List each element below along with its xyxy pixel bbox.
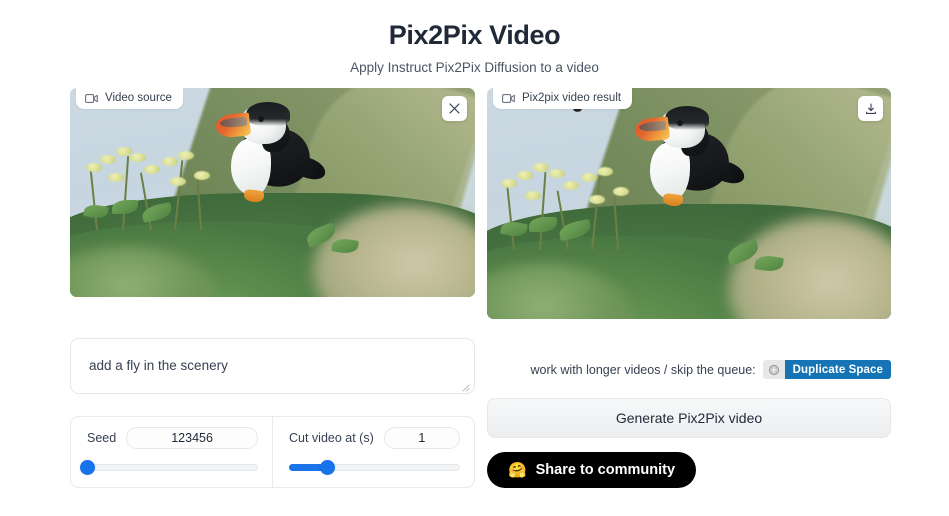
prompt-value: add a fly in the scenery <box>89 358 228 373</box>
close-icon <box>449 103 460 114</box>
cut-control-group: Cut video at (s) 1 <box>272 417 474 487</box>
duplicate-space-button[interactable]: Duplicate Space <box>762 360 891 379</box>
video-result-label: Pix2pix video result <box>493 88 633 109</box>
result-column: Pix2pix video result <box>487 88 891 319</box>
share-to-community-button[interactable]: 🤗 Share to community <box>487 452 696 488</box>
video-source-label-text: Video source <box>105 92 172 104</box>
video-camera-icon <box>502 93 515 104</box>
duplicate-space-label: Duplicate Space <box>784 360 891 379</box>
seed-slider-track[interactable] <box>87 464 258 471</box>
generate-button[interactable]: Generate Pix2Pix video <box>487 398 891 438</box>
page-subtitle: Apply Instruct Pix2Pix Diffusion to a vi… <box>350 60 599 75</box>
prompt-textarea[interactable]: add a fly in the scenery <box>70 338 475 394</box>
page-title: Pix2Pix Video <box>388 20 561 50</box>
video-result-block: Pix2pix video result <box>487 88 891 319</box>
video-source-player[interactable]: Video source <box>70 88 475 297</box>
app-root: Pix2Pix Video Apply Instruct Pix2Pix Dif… <box>0 0 949 516</box>
page-header: Pix2Pix Video Apply Instruct Pix2Pix Dif… <box>0 0 949 77</box>
resize-handle-icon[interactable] <box>459 379 470 392</box>
download-icon <box>865 102 877 115</box>
source-scene-artwork <box>70 88 475 297</box>
video-result-label-text: Pix2pix video result <box>522 92 622 104</box>
puffin-illustration <box>214 102 338 206</box>
download-video-button[interactable] <box>858 96 883 121</box>
source-column: Video source <box>70 88 475 297</box>
seed-label: Seed <box>87 431 117 445</box>
share-button-label: Share to community <box>535 462 676 478</box>
video-camera-icon <box>85 93 98 104</box>
seed-slider[interactable] <box>80 460 258 475</box>
duplicate-space-text: work with longer videos / skip the queue… <box>530 362 756 377</box>
seed-slider-thumb[interactable] <box>80 460 95 475</box>
result-scene-artwork <box>487 88 891 319</box>
hf-logo-icon <box>762 360 785 379</box>
puffin-illustration-result <box>633 106 757 216</box>
video-result-player[interactable]: Pix2pix video result <box>487 88 891 319</box>
video-source-label: Video source <box>76 88 183 109</box>
generate-button-label: Generate Pix2Pix video <box>615 410 763 426</box>
duplicate-space-row: work with longer videos / skip the queue… <box>487 360 891 379</box>
parameters-card: Seed 123456 Cut video at (s) 1 <box>70 416 475 488</box>
seed-control-group: Seed 123456 <box>71 417 272 487</box>
cut-label: Cut video at (s) <box>289 431 374 445</box>
cut-slider[interactable] <box>289 460 460 475</box>
clear-video-button[interactable] <box>442 96 467 121</box>
video-source-block: Video source <box>70 88 475 297</box>
seed-input[interactable]: 123456 <box>126 427 258 449</box>
cut-slider-thumb[interactable] <box>319 460 335 475</box>
cut-input[interactable]: 1 <box>383 427 460 449</box>
hugging-face-emoji-icon: 🤗 <box>507 461 527 479</box>
